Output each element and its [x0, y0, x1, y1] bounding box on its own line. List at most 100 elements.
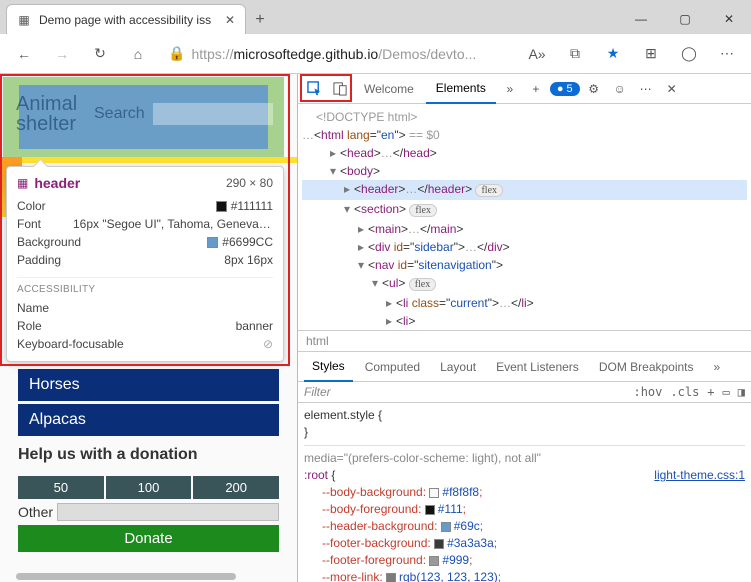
- site-logo: Animal shelter: [16, 94, 86, 134]
- devtools-main-tabs: Welcome Elements » + ● 5 ⚙ ☺ ⋯ ✕: [298, 74, 751, 104]
- css-var[interactable]: --header-background: #69c;: [304, 518, 745, 535]
- css-var[interactable]: --footer-foreground: #999;: [304, 552, 745, 569]
- inspect-element-name: header: [34, 175, 80, 191]
- donate-button[interactable]: Donate: [18, 525, 279, 552]
- brace-close: }: [304, 424, 745, 441]
- donate-other: Other: [18, 503, 279, 521]
- styles-filter-input[interactable]: Filter: [304, 385, 625, 399]
- address-bar[interactable]: 🔒 https://microsoftedge.github.io/Demos/…: [160, 39, 515, 69]
- extensions-button[interactable]: ⊞: [635, 38, 667, 70]
- nav-item-horses[interactable]: Horses: [18, 369, 279, 401]
- donate-section: Help us with a donation 50 100 200 Other…: [18, 446, 279, 552]
- close-window-button[interactable]: ✕: [707, 4, 751, 34]
- collections-button[interactable]: ⧉: [559, 38, 591, 70]
- header-underline: [22, 157, 297, 163]
- dom-li[interactable]: ▸<li>: [302, 312, 747, 330]
- forward-button[interactable]: →: [46, 38, 78, 70]
- site-info-icon[interactable]: 🔒: [168, 45, 185, 62]
- css-var[interactable]: --footer-background: #3a3a3a;: [304, 535, 745, 552]
- inspect-row-focusable: Keyboard-focusable⊘: [17, 335, 273, 353]
- dom-nav[interactable]: ▾<nav id="sitenavigation">: [302, 256, 747, 274]
- more-tabs-icon[interactable]: »: [498, 77, 522, 101]
- nav-item-alpacas[interactable]: Alpacas: [18, 404, 279, 436]
- dom-head[interactable]: ▸<head>…</head>: [302, 144, 747, 162]
- refresh-button[interactable]: ↻: [84, 38, 116, 70]
- tab-elements[interactable]: Elements: [426, 74, 496, 104]
- device-toolbar-icon[interactable]: [328, 77, 352, 101]
- element-style-rule[interactable]: element.style {: [304, 407, 745, 424]
- horizontal-scrollbar[interactable]: [16, 573, 236, 580]
- more-options-icon[interactable]: ⋯: [634, 77, 658, 101]
- cls-toggle[interactable]: .cls: [670, 385, 699, 399]
- inspect-element-icon[interactable]: [302, 77, 326, 101]
- settings-icon[interactable]: ⚙: [582, 77, 606, 101]
- back-button[interactable]: ←: [8, 38, 40, 70]
- dom-sidebar[interactable]: ▸<div id="sidebar">…</div>: [302, 238, 747, 256]
- css-var[interactable]: --body-background: #f8f8f8;: [304, 484, 745, 501]
- subtab-event-listeners[interactable]: Event Listeners: [488, 352, 587, 382]
- page-viewport: Animal shelter Search ▦ header 290 × 80 …: [0, 74, 298, 582]
- dom-header[interactable]: ▸<header>…</header> flex: [302, 180, 747, 200]
- logo-line2: shelter: [16, 113, 76, 135]
- dom-main[interactable]: ▸<main>…</main>: [302, 220, 747, 238]
- amount-50[interactable]: 50: [18, 476, 104, 499]
- other-label: Other: [18, 504, 53, 520]
- dom-ul[interactable]: ▾<ul> flex: [302, 274, 747, 294]
- media-query: media="(prefers-color-scheme: light), no…: [304, 450, 745, 467]
- read-aloud-button[interactable]: A»: [521, 38, 553, 70]
- computed-toggle-icon[interactable]: ◨: [738, 385, 745, 399]
- close-devtools-icon[interactable]: ✕: [660, 77, 684, 101]
- content-area: Animal shelter Search ▦ header 290 × 80 …: [0, 74, 751, 582]
- feedback-icon[interactable]: ☺: [608, 77, 632, 101]
- home-button[interactable]: ⌂: [122, 38, 154, 70]
- hov-toggle[interactable]: :hov: [633, 385, 662, 399]
- dom-html[interactable]: …<html lang="en"> == $0: [302, 126, 747, 144]
- inspect-row-padding: Padding8px 16px: [17, 251, 273, 269]
- profile-button[interactable]: ◯: [673, 38, 705, 70]
- root-rule[interactable]: :root { light-theme.css:1: [304, 467, 745, 484]
- favorite-button[interactable]: ★: [597, 38, 629, 70]
- search-input[interactable]: [153, 103, 273, 125]
- styles-pane-icon[interactable]: ▭: [723, 385, 730, 399]
- styles-subtabs: Styles Computed Layout Event Listeners D…: [298, 352, 751, 382]
- dom-doctype: <!DOCTYPE html>: [302, 108, 747, 126]
- tab-close-icon[interactable]: ✕: [225, 13, 235, 27]
- donate-heading: Help us with a donation: [18, 446, 279, 464]
- new-tab-button[interactable]: +: [246, 6, 274, 34]
- subtab-computed[interactable]: Computed: [357, 352, 428, 382]
- subtab-dom-breakpoints[interactable]: DOM Breakpoints: [591, 352, 702, 382]
- css-var[interactable]: --more-link: rgb(123, 123, 123);: [304, 569, 745, 582]
- inspect-tooltip: ▦ header 290 × 80 Color#111111 Font16px …: [6, 166, 284, 362]
- new-tab-icon[interactable]: +: [524, 77, 548, 101]
- menu-button[interactable]: ⋯: [711, 38, 743, 70]
- more-subtabs-icon[interactable]: »: [706, 352, 729, 382]
- dom-body[interactable]: ▾<body>: [302, 162, 747, 180]
- inspect-row-color: Color#111111: [17, 197, 273, 215]
- search-label: Search: [94, 105, 145, 123]
- logo-line1: Animal: [16, 93, 77, 115]
- amount-100[interactable]: 100: [106, 476, 192, 499]
- site-nav: Horses Alpacas: [18, 369, 279, 439]
- dom-li-current[interactable]: ▸<li class="current">…</li>: [302, 294, 747, 312]
- dom-tree[interactable]: <!DOCTYPE html> …<html lang="en"> == $0 …: [298, 104, 751, 330]
- dom-section[interactable]: ▾<section> flex: [302, 200, 747, 220]
- css-source-link[interactable]: light-theme.css:1: [654, 467, 745, 484]
- maximize-button[interactable]: ▢: [663, 4, 707, 34]
- css-var[interactable]: --body-foreground: #111;: [304, 501, 745, 518]
- subtab-layout[interactable]: Layout: [432, 352, 484, 382]
- minimize-button[interactable]: —: [619, 4, 663, 34]
- tab-welcome[interactable]: Welcome: [354, 74, 424, 104]
- issues-badge[interactable]: ● 5: [550, 82, 580, 96]
- window-titlebar: ▦ Demo page with accessibility iss ✕ + —…: [0, 0, 751, 34]
- other-amount-input[interactable]: [57, 503, 279, 521]
- dom-breadcrumbs[interactable]: html: [298, 330, 751, 352]
- styles-pane[interactable]: element.style { } media="(prefers-color-…: [298, 403, 751, 582]
- browser-tab[interactable]: ▦ Demo page with accessibility iss ✕: [6, 4, 246, 34]
- styles-filter-bar: Filter :hov .cls + ▭ ◨: [298, 382, 751, 403]
- new-style-rule-icon[interactable]: +: [707, 385, 714, 399]
- window-controls: — ▢ ✕: [619, 4, 751, 34]
- inspect-row-role: Rolebanner: [17, 317, 273, 335]
- site-header: Animal shelter Search: [0, 74, 297, 154]
- amount-200[interactable]: 200: [193, 476, 279, 499]
- subtab-styles[interactable]: Styles: [304, 352, 353, 382]
